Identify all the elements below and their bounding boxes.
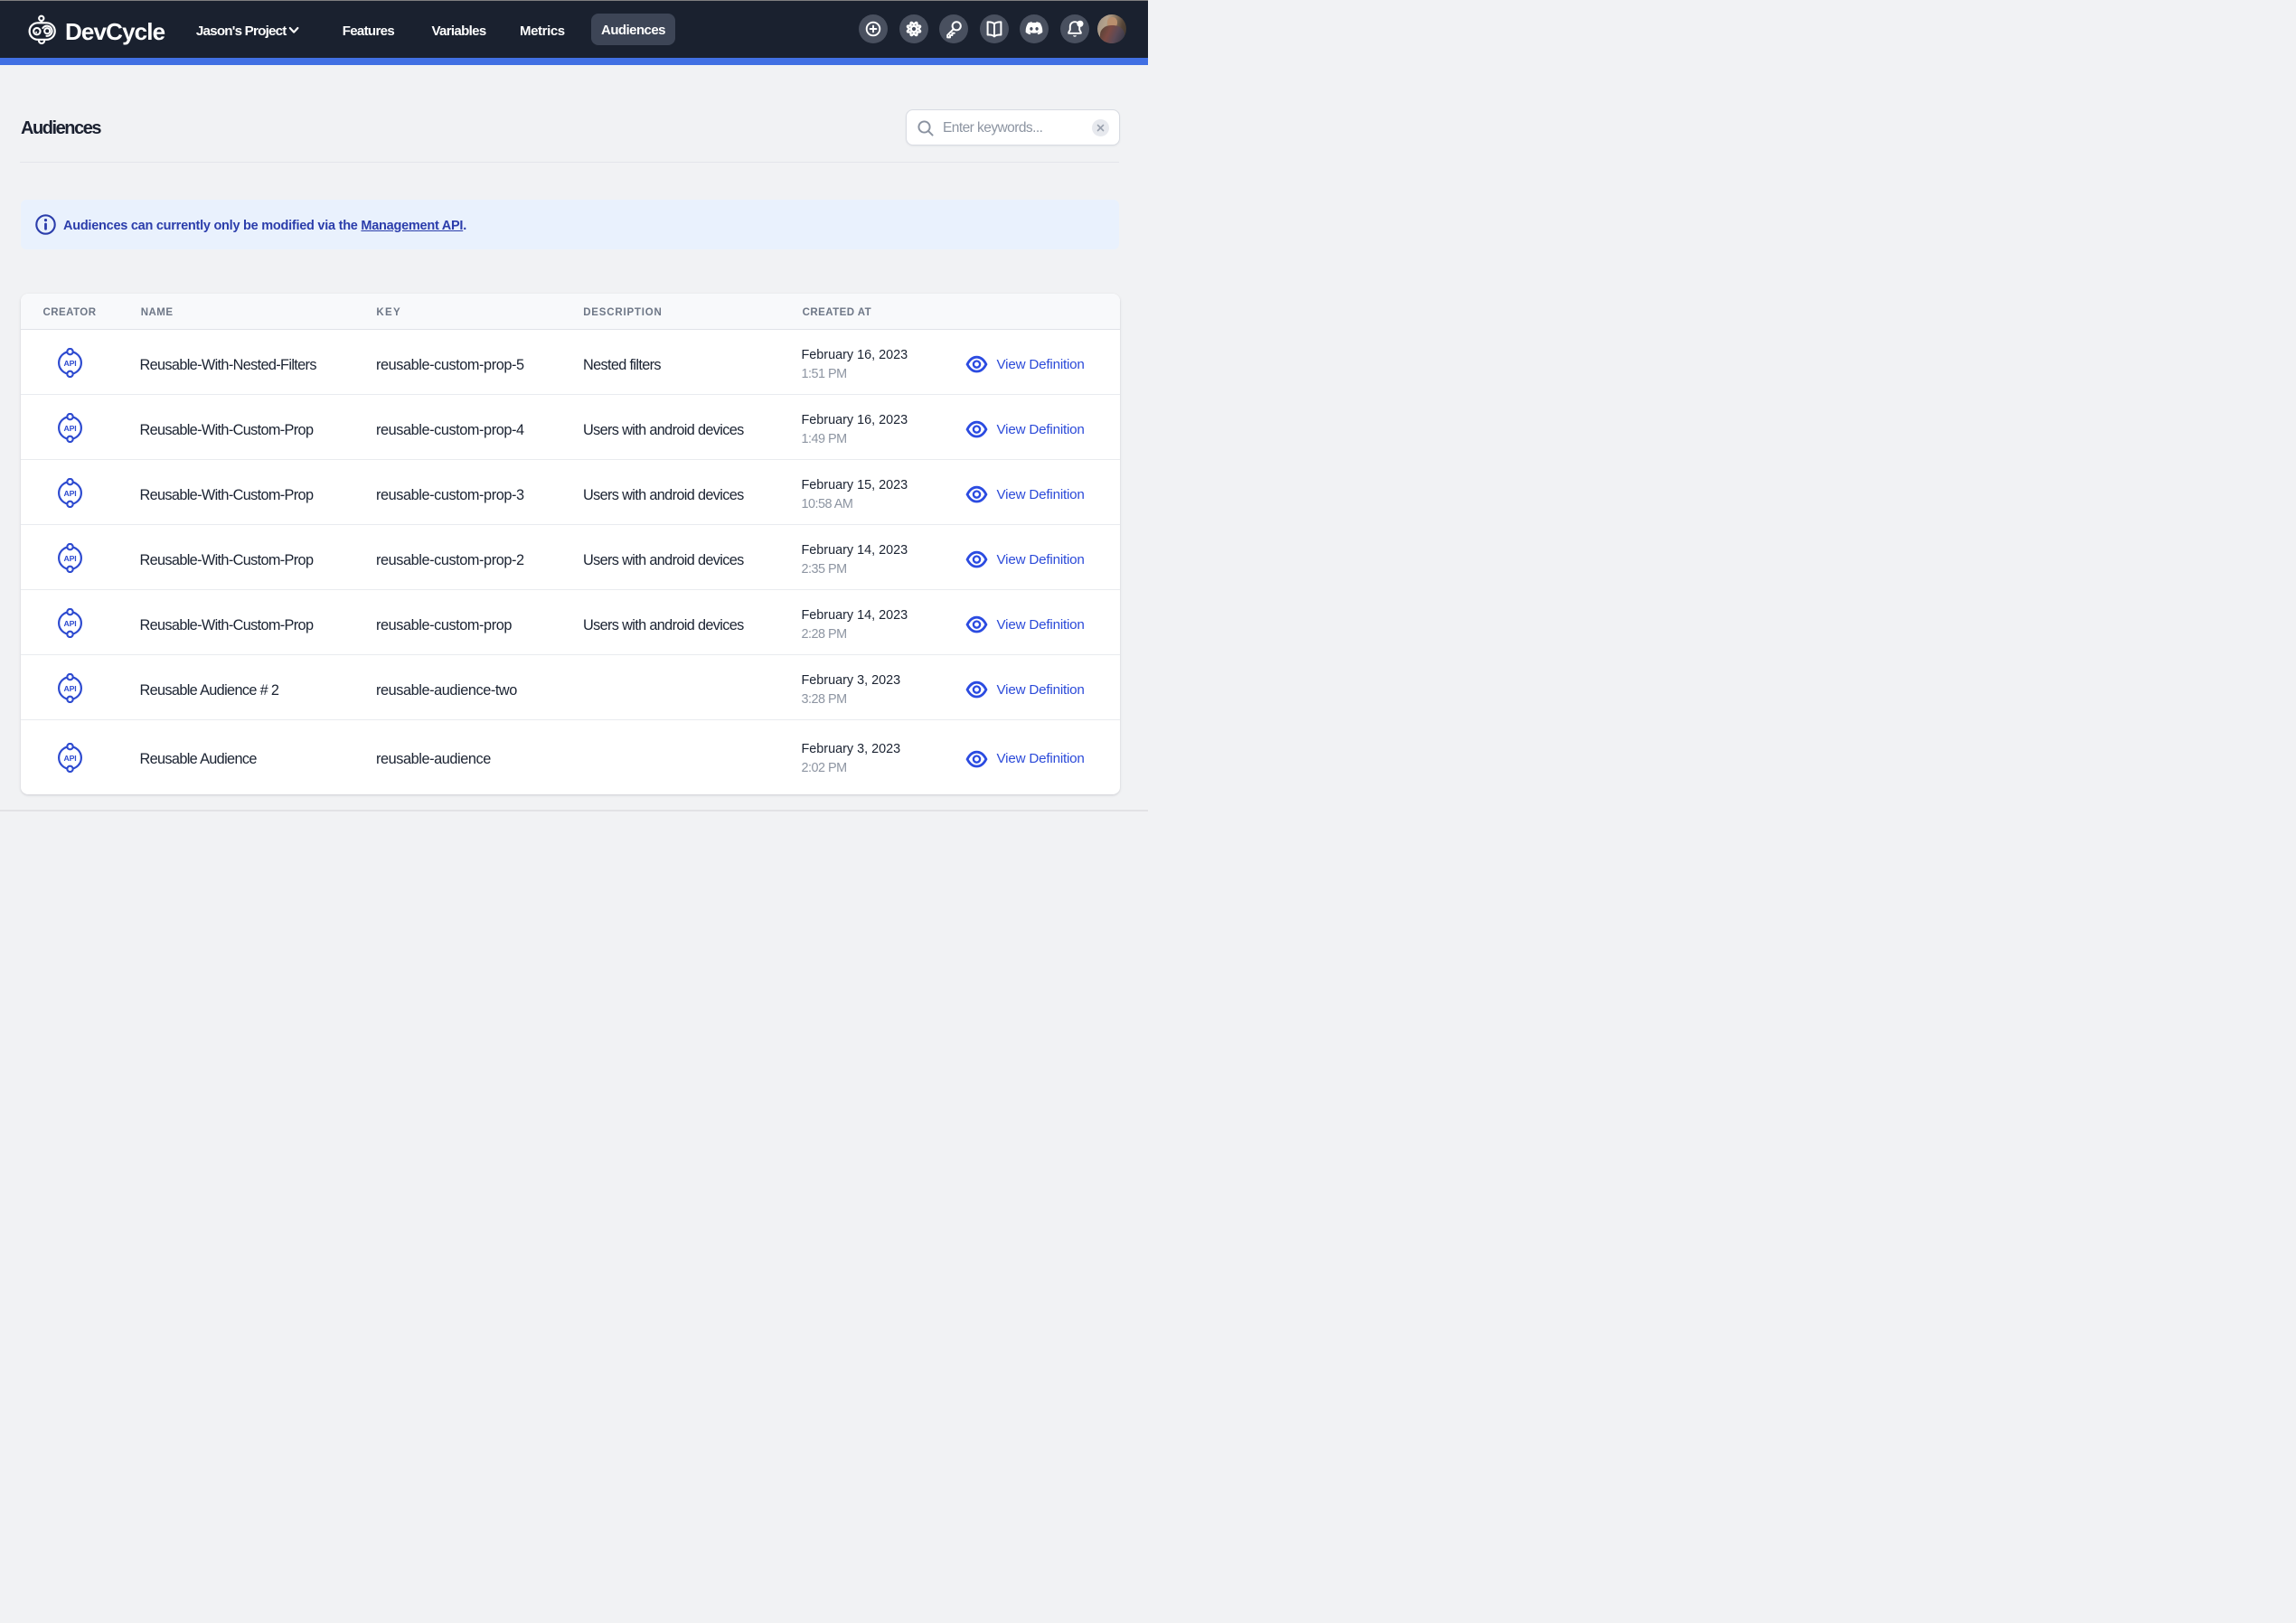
svg-text:API: API [64,619,77,628]
svg-text:API: API [64,489,77,498]
svg-text:API: API [64,424,77,433]
svg-text:API: API [64,359,77,368]
svg-text:API: API [64,554,77,563]
svg-text:API: API [64,684,77,693]
svg-text:API: API [64,754,77,763]
